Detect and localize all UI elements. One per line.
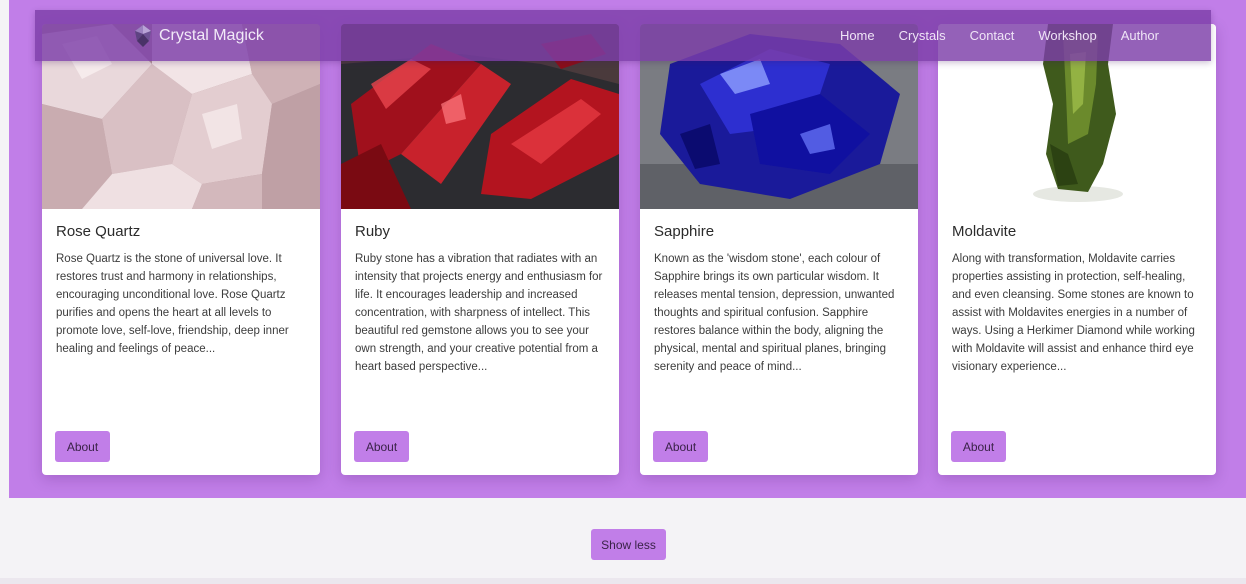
card-title: Ruby — [355, 223, 391, 240]
card-title: Moldavite — [952, 223, 1017, 240]
show-less-button[interactable]: Show less — [591, 529, 666, 560]
crystal-card-sapphire: Sapphire Known as the 'wisdom stone', ea… — [640, 24, 918, 475]
card-description: Along with transformation, Moldavite car… — [952, 253, 1195, 373]
footer-edge — [0, 578, 1246, 584]
about-button-ruby[interactable]: About — [354, 431, 409, 462]
nav-link-crystals[interactable]: Crystals — [899, 28, 946, 43]
nav-links: Home Crystals Contact Workshop Author — [840, 10, 1159, 61]
about-button-rose-quartz[interactable]: About — [55, 431, 110, 462]
crystal-icon — [135, 25, 151, 47]
nav-link-contact[interactable]: Contact — [970, 28, 1015, 43]
card-description: Known as the 'wisdom stone', each colour… — [654, 253, 895, 373]
crystal-card-moldavite: Moldavite Along with transformation, Mol… — [938, 24, 1216, 475]
brand-logo[interactable]: Crystal Magick — [132, 23, 264, 49]
crystal-card-ruby: Ruby Ruby stone has a vibration that rad… — [341, 24, 619, 475]
nav-link-workshop[interactable]: Workshop — [1038, 28, 1096, 43]
brand-name: Crystal Magick — [159, 27, 264, 44]
card-title: Sapphire — [654, 223, 715, 240]
about-button-sapphire[interactable]: About — [653, 431, 708, 462]
about-button-moldavite[interactable]: About — [951, 431, 1006, 462]
card-description: Rose Quartz is the stone of universal lo… — [56, 253, 289, 355]
card-description: Ruby stone has a vibration that radiates… — [355, 253, 603, 373]
nav-link-author[interactable]: Author — [1121, 28, 1159, 43]
card-title: Rose Quartz — [56, 223, 141, 240]
top-navbar: Crystal Magick Home Crystals Contact Wor… — [35, 10, 1211, 61]
crystal-card-rose-quartz: Rose Quartz Rose Quartz is the stone of … — [42, 24, 320, 475]
nav-link-home[interactable]: Home — [840, 28, 875, 43]
